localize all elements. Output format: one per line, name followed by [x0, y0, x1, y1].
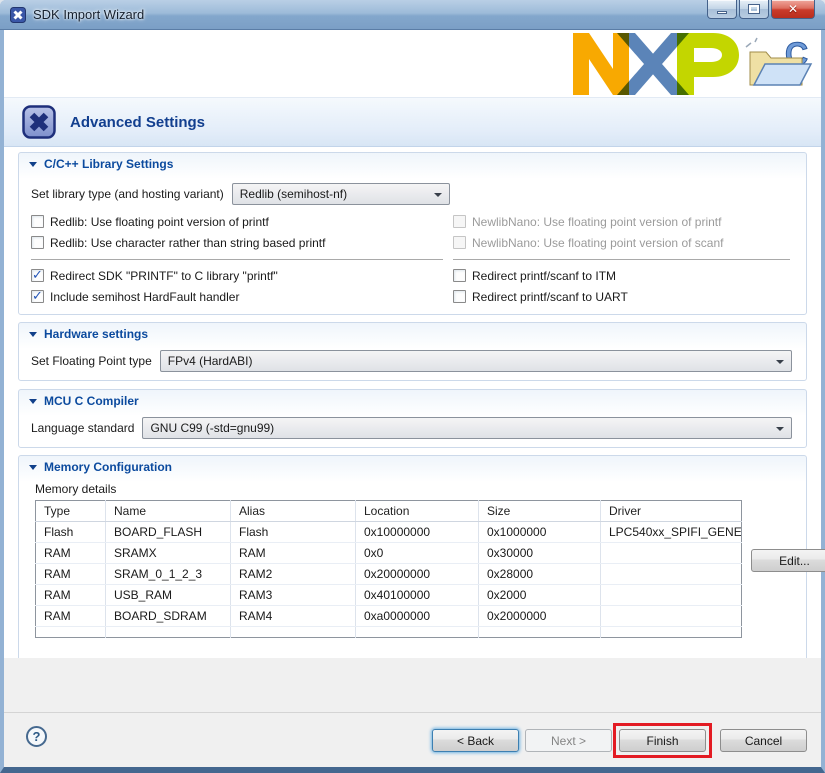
table-row[interactable]: FlashBOARD_FLASH Flash0x10000000 0x10000… [36, 522, 742, 543]
checkbox-semihost-hardfault[interactable]: Include semihost HardFault handler [31, 286, 453, 307]
floating-point-select[interactable]: FPv4 (HardABI) [160, 350, 792, 372]
checkbox-box-checked [31, 290, 44, 303]
chevron-down-icon [776, 427, 784, 431]
section-hardware-settings: Hardware settings Set Floating Point typ… [18, 322, 807, 381]
section-memory-configuration: Memory Configuration Memory details Type… [18, 455, 807, 663]
close-icon: ✕ [788, 2, 798, 16]
window-title: SDK Import Wizard [33, 7, 144, 22]
collapse-triangle-icon [29, 332, 37, 337]
divider [31, 259, 443, 260]
checkbox-redirect-itm[interactable]: Redirect printf/scanf to ITM [453, 265, 794, 286]
next-button: Next > [525, 729, 612, 752]
section-toggle-library[interactable]: C/C++ Library Settings [19, 153, 806, 175]
finish-button[interactable]: Finish [619, 729, 706, 752]
checkbox-box [453, 236, 466, 249]
footer: ? < Back Next > Finish Cancel [4, 658, 821, 767]
column-header-alias[interactable]: Alias [231, 501, 356, 522]
cancel-button[interactable]: Cancel [720, 729, 807, 752]
content: C/C++ Library Settings Set library type … [4, 147, 821, 658]
section-toggle-compiler[interactable]: MCU C Compiler [19, 390, 806, 412]
language-standard-label: Language standard [31, 421, 134, 435]
table-row[interactable]: RAMUSB_RAM RAM30x40100000 0x2000 [36, 585, 742, 606]
checkbox-redirect-uart[interactable]: Redirect printf/scanf to UART [453, 286, 794, 307]
mcuxpresso-x-icon [22, 105, 56, 139]
edit-button[interactable]: Edit... [751, 549, 825, 572]
logo-strip: C [4, 30, 821, 97]
column-header-driver[interactable]: Driver [601, 501, 742, 522]
checkbox-redlib-float-printf[interactable]: Redlib: Use floating point version of pr… [31, 211, 453, 232]
column-header-name[interactable]: Name [106, 501, 231, 522]
checkbox-newlibnano-float-printf: NewlibNano: Use floating point version o… [453, 211, 794, 232]
table-empty-row [36, 627, 742, 638]
titlebar[interactable]: SDK Import Wizard ✕ [0, 0, 825, 30]
back-button[interactable]: < Back [432, 729, 519, 752]
checkbox-redlib-char-printf[interactable]: Redlib: Use character rather than string… [31, 232, 453, 253]
maximize-button[interactable] [739, 0, 769, 19]
checkbox-box [31, 236, 44, 249]
memory-table: Type Name Alias Location Size Driver Fla… [35, 500, 742, 638]
library-type-label: Set library type (and hosting variant) [31, 187, 224, 201]
checkbox-box-checked [31, 269, 44, 282]
column-header-type[interactable]: Type [36, 501, 106, 522]
table-row[interactable]: RAMBOARD_SDRAM RAM40xa0000000 0x2000000 [36, 606, 742, 627]
collapse-triangle-icon [29, 162, 37, 167]
column-header-location[interactable]: Location [356, 501, 479, 522]
chevron-down-icon [434, 193, 442, 197]
question-mark-icon: ? [33, 729, 41, 744]
collapse-triangle-icon [29, 465, 37, 470]
sdk-import-wizard-window: SDK Import Wizard ✕ C [0, 0, 825, 773]
table-header-row: Type Name Alias Location Size Driver [36, 501, 742, 522]
table-row[interactable]: RAMSRAMX RAM0x0 0x30000 [36, 543, 742, 564]
divider [4, 712, 821, 713]
page-title: Advanced Settings [70, 114, 205, 131]
c-project-folder-icon: C [743, 35, 815, 93]
table-row[interactable]: RAMSRAM_0_1_2_3 RAM20x20000000 0x28000 [36, 564, 742, 585]
checkbox-box [31, 215, 44, 228]
minimize-icon [717, 11, 727, 14]
nxp-logo [573, 33, 741, 95]
chevron-down-icon [776, 360, 784, 364]
maximize-icon [749, 5, 759, 13]
checkbox-box [453, 290, 466, 303]
checkbox-box [453, 215, 466, 228]
floating-point-label: Set Floating Point type [31, 354, 152, 368]
memory-details-label: Memory details [35, 480, 794, 498]
app-icon [10, 7, 26, 23]
collapse-triangle-icon [29, 399, 37, 404]
column-header-size[interactable]: Size [479, 501, 601, 522]
checkbox-box [453, 269, 466, 282]
checkbox-redirect-sdk-printf[interactable]: Redirect SDK "PRINTF" to C library "prin… [31, 265, 453, 286]
banner: Advanced Settings [4, 97, 821, 147]
section-library-settings: C/C++ Library Settings Set library type … [18, 152, 807, 315]
checkbox-newlibnano-float-scanf: NewlibNano: Use floating point version o… [453, 232, 794, 253]
help-button[interactable]: ? [26, 726, 47, 747]
language-standard-select[interactable]: GNU C99 (-std=gnu99) [142, 417, 792, 439]
section-mcu-compiler: MCU C Compiler Language standard GNU C99… [18, 389, 807, 448]
close-button[interactable]: ✕ [771, 0, 815, 19]
minimize-button[interactable] [707, 0, 737, 19]
library-type-select[interactable]: Redlib (semihost-nf) [232, 183, 450, 205]
section-toggle-memory[interactable]: Memory Configuration [19, 456, 806, 478]
divider [453, 259, 790, 260]
section-toggle-hardware[interactable]: Hardware settings [19, 323, 806, 345]
